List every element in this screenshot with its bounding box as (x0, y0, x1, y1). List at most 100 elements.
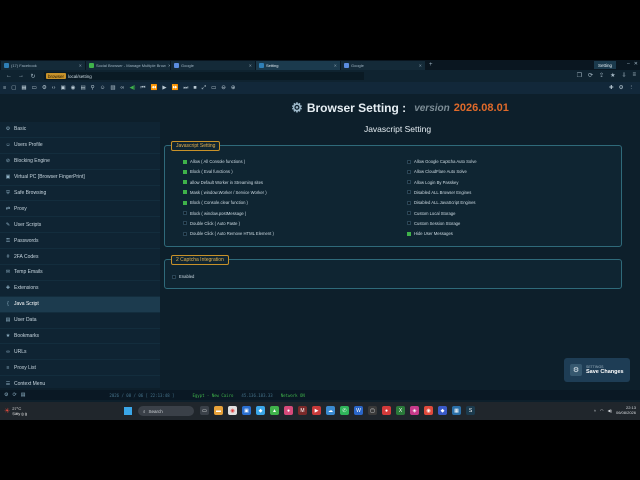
sidebar-item-users-profile[interactable]: ☺ Users Profile (0, 138, 160, 154)
camera-icon[interactable]: ◉ (71, 85, 76, 91)
sidebar-item-urls[interactable]: ∞ URLs (0, 344, 160, 361)
weather-widget[interactable]: ☀ 27°C Ṣāfy ǧ ǧ (4, 406, 27, 416)
sidebar-item-user-data[interactable]: ▤ User Data (0, 313, 160, 329)
monitor-icon[interactable]: ▭ (211, 85, 216, 91)
checkbox[interactable] (183, 221, 187, 226)
play-icon[interactable]: ▶ (162, 85, 166, 91)
close-icon[interactable]: ✕ (634, 61, 638, 67)
app-icon[interactable]: ▶ (312, 406, 321, 415)
app-icon[interactable]: W (354, 406, 363, 415)
sidebar-item-basic[interactable]: ⚙ Basic (0, 122, 160, 138)
js-option[interactable]: Custom Local Storage (407, 211, 455, 216)
settings-icon[interactable]: ⚙ (619, 85, 624, 91)
js-option[interactable]: Hide User Messages (407, 231, 453, 236)
tab-close-icon[interactable]: ✕ (168, 63, 170, 68)
checkbox[interactable] (407, 169, 411, 174)
app-icon[interactable]: ◆ (256, 406, 265, 415)
sync-icon[interactable]: ⟳ (12, 392, 16, 398)
tab-close-icon[interactable]: ✕ (334, 63, 337, 68)
js-option[interactable]: Allow Login By Passkey (407, 180, 458, 185)
folder-icon[interactable]: ▭ (32, 85, 37, 91)
back-icon[interactable]: ← (6, 73, 12, 79)
copy-icon[interactable]: ❐ (577, 72, 582, 79)
app-icon[interactable]: ● (382, 406, 391, 415)
minimize-icon[interactable]: – (627, 61, 630, 67)
image-icon[interactable]: ▧ (110, 85, 115, 91)
sidebar-item-proxy-list[interactable]: ≡ Proxy List (0, 360, 160, 377)
wifi-icon[interactable]: ◠ (600, 408, 604, 413)
skip-back-icon[interactable]: ⏮ (141, 85, 146, 92)
layers-icon[interactable]: ▤ (21, 392, 26, 398)
browser-tab[interactable]: Social Browser - Manage Multiple Brow ✕ (86, 60, 170, 70)
lock-icon[interactable]: ▤ (80, 85, 85, 91)
sidebar-item-user-scripts[interactable]: ✎ User Scripts (0, 217, 160, 234)
volume-icon[interactable]: ◀) (129, 85, 135, 91)
js-option[interactable]: Double Click ( Auto Paste ) (183, 221, 240, 226)
checkbox[interactable] (407, 231, 411, 236)
checkbox[interactable] (407, 211, 411, 215)
tab-close-icon[interactable]: ✕ (79, 63, 82, 68)
forward-icon[interactable]: ⏩ (172, 85, 179, 91)
expand-icon[interactable]: ⤢ (202, 85, 206, 92)
app-icon[interactable]: ● (284, 406, 293, 415)
js-option[interactable]: allow Default Worker in Streaming sites (183, 180, 263, 185)
sidebar-item-extensions[interactable]: ✚ Extensions (0, 281, 160, 297)
share-icon[interactable]: ⇪ (599, 72, 604, 79)
app-icon[interactable]: M (298, 406, 307, 415)
skip-forward-icon[interactable]: ⏭ (183, 85, 188, 92)
app-icon[interactable]: ▢ (368, 406, 377, 415)
taskbar-search[interactable]: ⌕ Search (138, 406, 194, 416)
save-icon[interactable]: ▣ (60, 85, 65, 91)
checkbox[interactable] (183, 200, 187, 205)
app-icon[interactable]: ◉ (424, 406, 433, 415)
save-changes-button[interactable]: ⚙ SETTINGS Save Changes (564, 358, 630, 382)
app-icon[interactable]: ◆ (438, 406, 447, 415)
clock[interactable]: 22:13 06/08/2026 (616, 405, 636, 415)
list-icon[interactable]: ≡ (3, 85, 6, 91)
browser-tab[interactable]: (17) Facebook ✕ (1, 60, 85, 70)
tab-close-icon[interactable]: ✕ (249, 63, 252, 68)
app-icon[interactable]: ◈ (410, 406, 419, 415)
checkbox[interactable] (183, 231, 187, 236)
code-icon[interactable]: ‹› (52, 85, 56, 91)
more-icon[interactable]: ⋮ (629, 85, 635, 91)
sidebar-item-safe-browsing[interactable]: ⛨ Safe Browsing (0, 186, 160, 202)
gear-icon[interactable]: ⚙ (4, 392, 8, 398)
refresh-icon[interactable]: ⟳ (588, 72, 593, 79)
zoom-in-icon[interactable]: ⊕ (231, 85, 236, 91)
js-option[interactable]: Custom Session Storage (407, 221, 460, 226)
browser-tab[interactable]: Google ✕ (171, 60, 255, 70)
sidebar-item-temp-emails[interactable]: ✉ Temp Emails (0, 265, 160, 281)
reload-icon[interactable]: ↻ (30, 73, 36, 80)
browser-tab[interactable]: Google ✕ (341, 60, 425, 70)
tab-close-icon[interactable]: ✕ (419, 63, 422, 68)
browser-tab[interactable]: Setting ✕ (256, 60, 340, 70)
grid-icon[interactable]: ▦ (21, 85, 26, 91)
js-option[interactable]: Allow Google Captcha Auto Solve (407, 159, 477, 164)
sidebar-item-bookmarks[interactable]: ★ Bookmarks (0, 329, 160, 345)
app-icon[interactable]: X (396, 406, 405, 415)
js-option[interactable]: Block ( Console.clear function ) (183, 200, 248, 205)
url-field[interactable]: browser local/setting (44, 72, 364, 80)
js-option[interactable]: Disabled ALL JavaScript Engines (407, 200, 476, 205)
checkbox[interactable] (407, 180, 411, 185)
pin-icon[interactable]: ⚲ (91, 85, 95, 91)
sidebar-item-java-script[interactable]: {Java Script (0, 296, 160, 313)
app-icon[interactable]: ▣ (242, 406, 251, 415)
captcha-enabled-option[interactable]: Enabled (172, 274, 194, 279)
sidebar-item-2fa-codes[interactable]: #2FA Codes (0, 249, 160, 266)
chrome-icon[interactable]: ◉ (228, 406, 237, 415)
app-icon[interactable]: S (466, 406, 475, 415)
checkbox[interactable] (183, 159, 187, 164)
js-option[interactable]: Block ( window.postMessage ) (183, 211, 246, 216)
js-option[interactable]: Disabled ALL Browser Engines (407, 190, 471, 195)
zoom-out-icon[interactable]: ⊖ (221, 85, 226, 91)
star-icon[interactable]: ★ (610, 72, 615, 79)
forward-icon[interactable]: → (18, 73, 24, 79)
stop-icon[interactable]: ■ (193, 85, 196, 91)
app-icon[interactable]: ▦ (452, 406, 461, 415)
gear-icon[interactable]: ⚙ (42, 85, 47, 91)
checkbox[interactable] (407, 200, 411, 205)
checkbox[interactable] (407, 190, 411, 195)
sidebar-item-proxy[interactable]: ⇄ Proxy (0, 201, 160, 218)
